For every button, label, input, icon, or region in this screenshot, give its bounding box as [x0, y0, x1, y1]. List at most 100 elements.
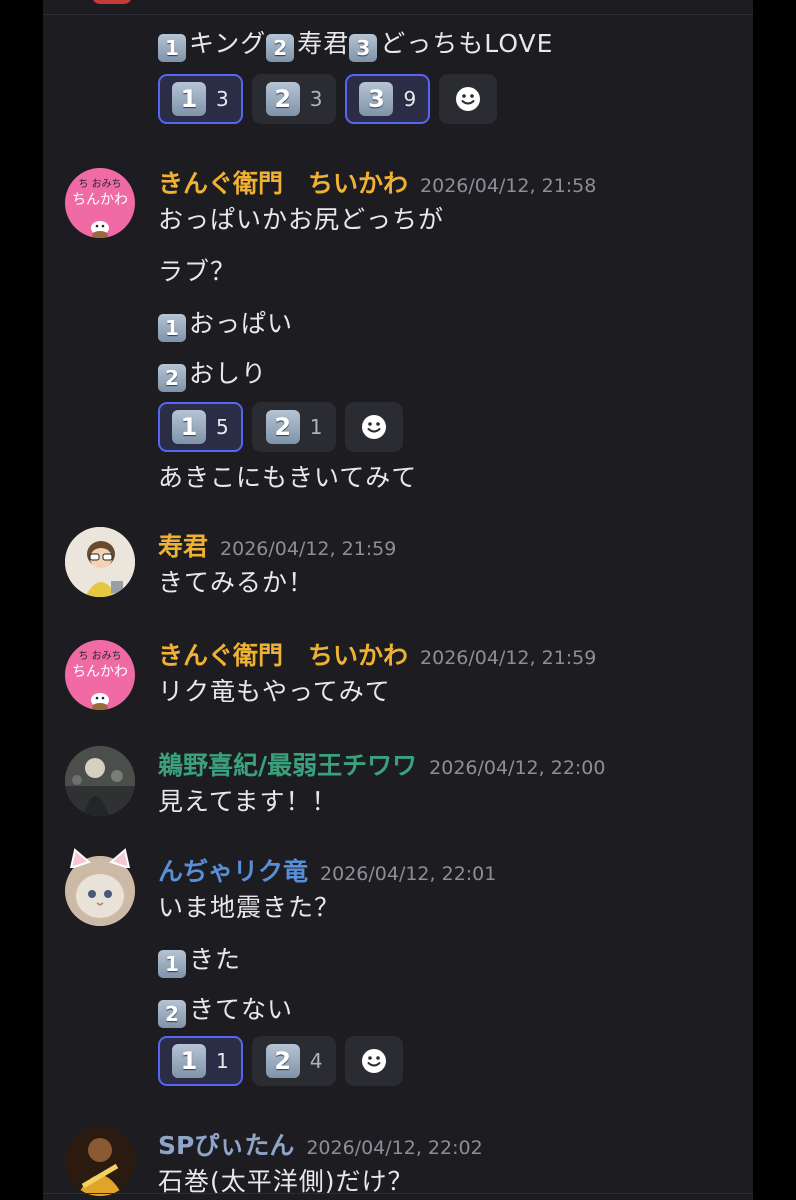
- avatar-caption-top: ち おみち: [78, 178, 121, 190]
- avatar-image: ち おみち ちんかわ: [72, 178, 128, 238]
- timestamp: 2026/04/12, 22:01: [320, 863, 497, 885]
- reaction-keycap-3[interactable]: 39: [345, 74, 431, 124]
- message-fragment: ラブ？: [158, 257, 237, 286]
- message-header: SPぴぃたん 2026/04/12, 22:02: [158, 1126, 483, 1162]
- message-text: おっぱいかお尻どっちが: [158, 200, 444, 236]
- reaction-keycap-2[interactable]: 21: [251, 402, 337, 452]
- message-fragment: 見えてます！！: [158, 787, 338, 816]
- message-header: んぢゃリク竜 2026/04/12, 22:01: [158, 852, 496, 888]
- reaction-count: 3: [216, 87, 229, 111]
- reaction-keycap-1[interactable]: 13: [158, 74, 243, 124]
- divider: [43, 14, 753, 15]
- message-fragment: あきこにもきいてみて: [158, 463, 418, 492]
- username[interactable]: SPぴぃたん: [158, 1131, 294, 1160]
- message-header: きんぐ衛門 ちいかわ 2026/04/12, 21:59: [158, 636, 596, 672]
- divider: [43, 1193, 753, 1194]
- avatar-caption: ちんかわ: [72, 192, 128, 208]
- message-fragment: いま地震きた？: [158, 893, 341, 922]
- message-fragment: 寿君: [297, 29, 350, 58]
- avatar[interactable]: [65, 848, 135, 926]
- message-fragment: どっちもLOVE: [380, 29, 554, 58]
- reaction-keycap-2[interactable]: 23: [251, 74, 337, 124]
- reaction-keycap-2[interactable]: 24: [251, 1036, 337, 1086]
- message-text: きてみるか！: [158, 563, 314, 599]
- timestamp: 2026/04/12, 22:02: [306, 1137, 483, 1159]
- reaction-count: 9: [403, 87, 417, 111]
- message-text: 2 おしり: [158, 354, 267, 392]
- message-fragment: きてみるか！: [158, 568, 315, 597]
- avatar-image: [65, 527, 135, 597]
- reaction-count: 4: [309, 1049, 323, 1073]
- message-fragment: きた: [189, 945, 242, 974]
- cat-ears-icon: [69, 848, 131, 868]
- keycap-2-icon: 2: [266, 34, 295, 62]
- reaction-bar: 15 21: [158, 402, 404, 452]
- avatar[interactable]: ち おみち ちんかわ: [65, 640, 135, 710]
- avatar-image: [65, 746, 135, 816]
- notification-tab[interactable]: [92, 0, 132, 4]
- timestamp: 2026/04/12, 21:58: [420, 175, 597, 197]
- chat-panel: 1 キング 2 寿君 3 どっちもLOVE 13 23 39 ち おみち ちんかわ きんぐ…: [43, 0, 753, 1200]
- message-fragment: キング: [189, 29, 267, 58]
- avatar-caption-top: ち おみち: [78, 650, 121, 662]
- avatar-image: [65, 1126, 135, 1196]
- keycap-3-icon: 3: [349, 34, 378, 62]
- add-reaction-button[interactable]: [439, 74, 498, 124]
- smile-icon: [362, 1049, 387, 1073]
- keycap-2-icon: 2: [265, 1044, 300, 1078]
- keycap-1-icon: 1: [172, 1044, 206, 1078]
- timestamp: 2026/04/12, 22:00: [429, 757, 606, 779]
- message-text: あきこにもきいてみて: [158, 458, 417, 494]
- message-text: 1 きた: [158, 940, 241, 978]
- keycap-2-icon: 2: [158, 364, 186, 392]
- keycap-1-icon: 1: [158, 314, 186, 342]
- reaction-count: 5: [216, 415, 229, 439]
- smile-icon: [362, 415, 387, 439]
- keycap-1-icon: 1: [158, 34, 186, 62]
- message-fragment: リク竜もやってみて: [158, 677, 391, 706]
- message-text: 1 おっぱい: [158, 304, 293, 342]
- username[interactable]: んぢゃリク竜: [158, 857, 308, 886]
- keycap-2-icon: 2: [265, 82, 300, 116]
- message-text: ラブ？: [158, 252, 236, 288]
- reaction-count: 1: [216, 1049, 229, 1073]
- message-fragment: おっぱいかお尻どっちが: [158, 205, 445, 234]
- avatar[interactable]: ち おみち ちんかわ: [65, 168, 135, 238]
- add-reaction-button[interactable]: [345, 402, 404, 452]
- keycap-3-icon: 3: [359, 82, 394, 116]
- keycap-1-icon: 1: [158, 950, 186, 978]
- avatar[interactable]: [65, 746, 135, 816]
- reaction-bar: 11 24: [158, 1036, 404, 1086]
- keycap-2-icon: 2: [158, 1000, 186, 1028]
- message-fragment: きてない: [189, 995, 294, 1024]
- username[interactable]: きんぐ衛門 ちいかわ: [158, 641, 408, 670]
- message-text: リク竜もやってみて: [158, 672, 391, 708]
- timestamp: 2026/04/12, 21:59: [220, 538, 397, 560]
- reaction-keycap-1[interactable]: 15: [158, 402, 243, 452]
- avatar[interactable]: [65, 527, 135, 597]
- keycap-1-icon: 1: [172, 82, 206, 116]
- message-header: 鵜野喜紀/最弱王チワワ 2026/04/12, 22:00: [158, 746, 605, 782]
- message-fragment: おしり: [189, 359, 268, 388]
- add-reaction-button[interactable]: [345, 1036, 404, 1086]
- keycap-2-icon: 2: [265, 410, 300, 444]
- message-text: 2 きてない: [158, 990, 293, 1028]
- keycap-1-icon: 1: [172, 410, 206, 444]
- message-header: 寿君 2026/04/12, 21:59: [158, 527, 396, 563]
- username[interactable]: 鵜野喜紀/最弱王チワワ: [158, 751, 417, 780]
- timestamp: 2026/04/12, 21:59: [420, 647, 597, 669]
- reaction-count: 3: [309, 87, 323, 111]
- reaction-keycap-1[interactable]: 11: [158, 1036, 243, 1086]
- message-text: 見えてます！！: [158, 782, 338, 818]
- reaction-count: 1: [309, 415, 323, 439]
- message-text: 1 キング 2 寿君 3 どっちもLOVE: [158, 24, 553, 62]
- avatar[interactable]: [65, 1126, 135, 1196]
- message-fragment: おっぱい: [189, 309, 294, 338]
- message-fragment: 石巻(太平洋側)だけ？: [158, 1167, 414, 1196]
- username[interactable]: きんぐ衛門 ちいかわ: [158, 169, 408, 198]
- smile-icon: [456, 87, 481, 111]
- message-header: きんぐ衛門 ちいかわ 2026/04/12, 21:58: [158, 164, 596, 200]
- message-text: いま地震きた？: [158, 888, 340, 924]
- username[interactable]: 寿君: [158, 532, 208, 561]
- avatar-caption: ちんかわ: [72, 664, 128, 680]
